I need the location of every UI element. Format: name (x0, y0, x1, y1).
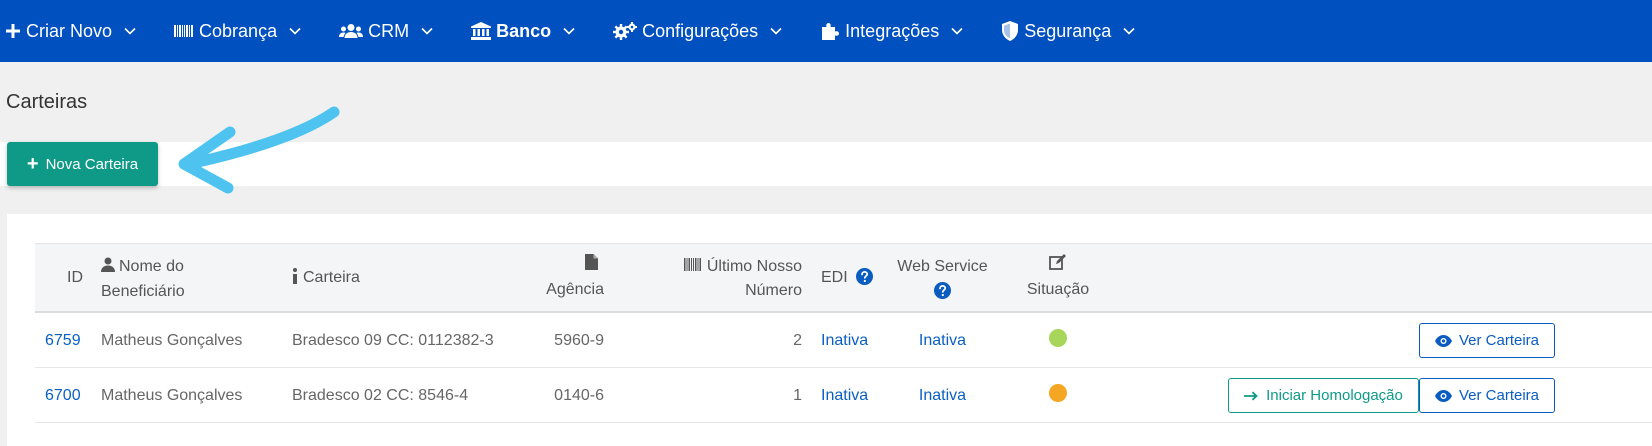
annotation-arrow-icon (178, 106, 340, 194)
view-wallet-button[interactable]: Ver Carteira (1419, 323, 1555, 358)
status-dot (1049, 384, 1067, 402)
chevron-down-icon (421, 27, 433, 35)
col-nome: Nome do Beneficiário (101, 255, 251, 304)
nav-label: CRM (368, 20, 410, 41)
nav-banco[interactable]: Banco (471, 21, 575, 42)
chevron-down-icon (563, 27, 575, 35)
row-id-link[interactable]: 6700 (45, 368, 81, 423)
col-ws: Web Service (885, 255, 1000, 307)
shield-icon (1001, 21, 1019, 41)
barcode-icon (174, 24, 194, 38)
gears-icon (613, 22, 638, 40)
col-ultimo-label: Último Nosso Número (706, 258, 802, 299)
row-ultimo: 1 (793, 386, 802, 404)
row-agencia: 0140-6 (554, 386, 604, 404)
col-agencia-label: Agência (546, 281, 604, 298)
nav-integracoes[interactable]: Integrações (820, 21, 963, 42)
col-edi-label: EDI (821, 269, 848, 286)
new-wallet-label: Nova Carteira (45, 155, 139, 173)
status-dot (1049, 329, 1067, 347)
nav-label: Cobrança (199, 20, 278, 41)
file-icon (540, 254, 604, 278)
info-icon (292, 268, 298, 292)
chevron-down-icon (951, 27, 963, 35)
row-ws-status[interactable]: Inativa (885, 368, 1000, 423)
new-wallet-button[interactable]: + Nova Carteira (7, 142, 158, 186)
row-carteira: Bradesco 02 CC: 8546-4 (292, 386, 469, 404)
view-wallet-button[interactable]: Ver Carteira (1419, 378, 1555, 413)
row-edi-status[interactable]: Inativa (821, 313, 868, 368)
nav-label: Integrações (845, 20, 940, 41)
col-agencia: Agência (540, 254, 604, 302)
chevron-down-icon (770, 27, 782, 35)
table-row: 6700 Matheus Gonçalves Bradesco 02 CC: 8… (35, 368, 1652, 423)
start-homologation-label: Iniciar Homologação (1266, 387, 1403, 404)
nav-seguranca[interactable]: Segurança (1001, 21, 1135, 42)
col-id: ID (67, 269, 83, 286)
nav-criar-novo[interactable]: Criar Novo (5, 21, 136, 42)
chevron-down-icon (124, 27, 136, 35)
row-ws-status[interactable]: Inativa (885, 313, 1000, 368)
row-ultimo: 2 (793, 331, 802, 349)
edit-icon (1018, 254, 1098, 278)
arrow-right-icon (1244, 391, 1259, 401)
nav-label: Segurança (1024, 20, 1112, 41)
row-nome: Matheus Gonçalves (101, 386, 243, 404)
eye-icon (1434, 334, 1452, 347)
start-homologation-button[interactable]: Iniciar Homologação (1228, 378, 1419, 413)
top-navbar: Criar Novo Cobrança CRM Banco Configuraç… (0, 0, 1652, 62)
wallets-table: ID Nome do Beneficiário Carteira Agência… (35, 243, 1652, 423)
row-nome: Matheus Gonçalves (101, 331, 243, 349)
plus-icon (5, 23, 21, 39)
row-agencia: 5960-9 (554, 331, 604, 349)
table-row: 6759 Matheus Gonçalves Bradesco 09 CC: 0… (35, 313, 1652, 368)
barcode-icon (683, 255, 702, 279)
nav-label: Criar Novo (26, 20, 113, 41)
nav-label: Configurações (642, 20, 759, 41)
chevron-down-icon (289, 27, 301, 35)
row-edi-status[interactable]: Inativa (821, 368, 868, 423)
view-wallet-label: Ver Carteira (1458, 332, 1540, 349)
bank-icon (471, 22, 492, 40)
col-edi: EDI (821, 266, 874, 293)
row-situacao (1018, 368, 1098, 423)
plus-icon: + (26, 153, 39, 175)
page-title: Carteiras (6, 91, 88, 113)
help-icon[interactable] (856, 268, 874, 293)
col-carteira: Carteira (292, 266, 360, 292)
row-id-link[interactable]: 6759 (45, 313, 81, 368)
chevron-down-icon (1123, 27, 1135, 35)
nav-label: Banco (496, 20, 552, 41)
view-wallet-label: Ver Carteira (1458, 387, 1540, 404)
col-carteira-label: Carteira (303, 269, 360, 286)
user-icon (101, 256, 115, 280)
col-situacao: Situação (1018, 254, 1098, 302)
nav-crm[interactable]: CRM (339, 21, 433, 42)
col-ws-label: Web Service (897, 258, 988, 275)
puzzle-icon (820, 22, 840, 40)
row-situacao (1018, 313, 1098, 368)
col-ultimo: Último Nosso Número (653, 255, 802, 303)
users-icon (339, 23, 364, 39)
help-icon[interactable] (885, 282, 1000, 307)
nav-configuracoes[interactable]: Configurações (613, 21, 782, 42)
eye-icon (1434, 389, 1452, 402)
col-situacao-label: Situação (1026, 281, 1090, 298)
row-carteira: Bradesco 09 CC: 0112382-3 (292, 331, 494, 349)
table-header: ID Nome do Beneficiário Carteira Agência… (35, 243, 1652, 313)
nav-cobranca[interactable]: Cobrança (174, 21, 301, 42)
